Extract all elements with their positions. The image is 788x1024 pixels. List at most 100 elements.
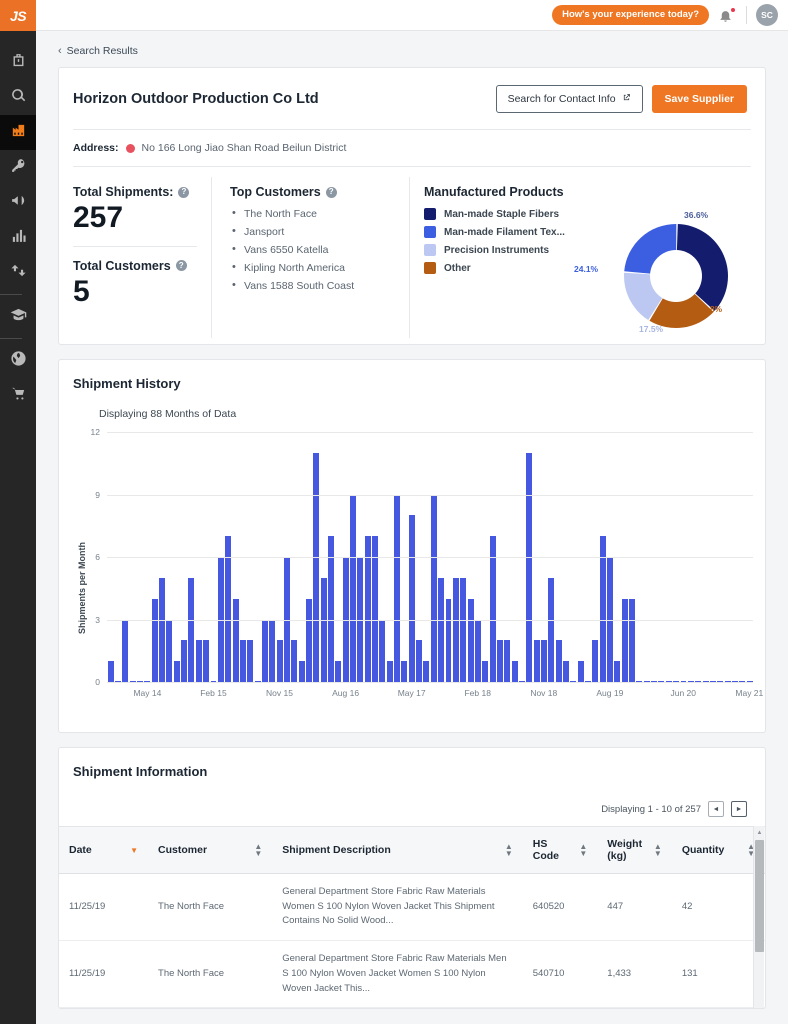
next-page-button[interactable]: ►: [731, 801, 747, 817]
sort-icon[interactable]: ▲ ▼: [505, 843, 513, 858]
chart-bar[interactable]: [408, 515, 415, 682]
chart-bar[interactable]: [107, 661, 114, 682]
list-item[interactable]: Jansport: [230, 225, 395, 238]
chart-bar[interactable]: [159, 577, 166, 682]
sidebar-item-key[interactable]: [0, 150, 36, 185]
feedback-button[interactable]: How's your experience today?: [552, 5, 709, 25]
table-row[interactable]: 11/25/19 The North Face General Department…: [59, 940, 765, 1009]
list-item[interactable]: The North Face: [230, 207, 395, 220]
search-contact-info-button[interactable]: Search for Contact Info: [495, 85, 643, 113]
chart-bar[interactable]: [423, 661, 430, 682]
scroll-up-icon[interactable]: ▲: [754, 827, 765, 838]
chart-bar[interactable]: [335, 661, 342, 682]
chart-bar[interactable]: [460, 577, 467, 682]
sidebar-item-global[interactable]: [0, 343, 36, 378]
chart-bar[interactable]: [188, 577, 195, 682]
sort-icon[interactable]: ▼: [130, 846, 138, 854]
chart-bar[interactable]: [313, 452, 320, 682]
sidebar-item-cart[interactable]: [0, 378, 36, 413]
chart-bar[interactable]: [467, 598, 474, 682]
table-header-cell[interactable]: Quantity ▲ ▼: [671, 826, 765, 874]
sidebar-item-search[interactable]: [0, 80, 36, 115]
chart-bar[interactable]: [482, 661, 489, 682]
chart-bar[interactable]: [386, 661, 393, 682]
chart-bar[interactable]: [203, 640, 210, 682]
chart-bar[interactable]: [592, 640, 599, 682]
chart-bar[interactable]: [232, 598, 239, 682]
prev-page-button[interactable]: ◄: [708, 801, 724, 817]
chart-bar[interactable]: [438, 577, 445, 682]
chart-bar[interactable]: [452, 577, 459, 682]
table-header-cell[interactable]: Date ▼: [59, 826, 149, 874]
table-header-cell[interactable]: Shipment Description ▲ ▼: [272, 826, 523, 874]
notifications-button[interactable]: [718, 6, 737, 25]
chart-bar[interactable]: [563, 661, 569, 682]
chart-bar[interactable]: [533, 640, 540, 682]
help-icon-top-customers[interactable]: ?: [325, 186, 337, 198]
chart-bar[interactable]: [298, 661, 305, 682]
chart-bar[interactable]: [247, 640, 254, 682]
chart-bar[interactable]: [621, 598, 628, 682]
chart-bar[interactable]: [225, 536, 232, 682]
app-logo[interactable]: JS: [0, 0, 36, 31]
chart-bar[interactable]: [379, 619, 386, 682]
help-icon-customers[interactable]: ?: [175, 260, 187, 271]
chart-bar[interactable]: [599, 536, 606, 682]
chart-bar[interactable]: [350, 494, 356, 682]
chart-bar[interactable]: [540, 640, 547, 682]
chart-bar[interactable]: [474, 619, 481, 682]
chart-bar[interactable]: [261, 619, 268, 682]
chart-bar[interactable]: [276, 640, 283, 682]
breadcrumb[interactable]: ‹ Search Results: [36, 31, 788, 67]
chart-bar[interactable]: [629, 598, 636, 682]
chart-bar[interactable]: [526, 452, 533, 682]
chart-bar[interactable]: [577, 661, 584, 682]
sidebar-item-briefcase[interactable]: [0, 45, 36, 80]
chart-bar[interactable]: [195, 640, 202, 682]
chart-bar[interactable]: [489, 536, 496, 682]
chart-bar[interactable]: [496, 640, 503, 682]
chart-bar[interactable]: [614, 661, 621, 682]
chart-bar[interactable]: [372, 536, 379, 682]
table-header-cell[interactable]: HS Code ▲ ▼: [522, 826, 598, 874]
chart-bar[interactable]: [445, 598, 452, 682]
sidebar-item-analytics[interactable]: [0, 220, 36, 255]
chart-bar[interactable]: [181, 640, 188, 682]
chart-bar[interactable]: [239, 640, 246, 682]
chart-bar[interactable]: [430, 494, 437, 682]
chart-bar[interactable]: [320, 577, 327, 682]
chart-bar[interactable]: [328, 536, 334, 682]
chart-bar[interactable]: [166, 619, 173, 682]
sidebar-item-transactions[interactable]: [0, 255, 36, 290]
chart-bar[interactable]: [305, 598, 312, 682]
table-header-cell[interactable]: Weight (kg) ▲ ▼: [597, 826, 672, 874]
sidebar-item-suppliers[interactable]: [0, 115, 36, 150]
list-item[interactable]: Kipling North America: [230, 261, 395, 274]
table-scrollbar[interactable]: ▲: [753, 826, 765, 1009]
avatar[interactable]: SC: [756, 4, 778, 26]
chart-bar[interactable]: [401, 661, 408, 682]
sidebar-item-learning[interactable]: [0, 299, 36, 334]
sort-icon[interactable]: ▲ ▼: [654, 843, 662, 858]
save-supplier-button[interactable]: Save Supplier: [651, 85, 747, 113]
chart-bar[interactable]: [364, 536, 371, 682]
chart-bar[interactable]: [291, 640, 298, 682]
table-header-cell[interactable]: Customer ▲ ▼: [148, 826, 273, 874]
chart-bar[interactable]: [269, 619, 276, 682]
chart-bar[interactable]: [151, 598, 158, 682]
sidebar-item-marketing[interactable]: [0, 185, 36, 220]
sort-icon[interactable]: ▲ ▼: [579, 843, 587, 858]
chart-bar[interactable]: [173, 661, 180, 682]
table-row[interactable]: 11/25/19 The North Face General Department…: [59, 873, 765, 942]
chart-bar[interactable]: [416, 640, 423, 682]
chart-bar[interactable]: [548, 577, 555, 682]
list-item[interactable]: Vans 1588 South Coast: [230, 279, 395, 292]
list-item[interactable]: Vans 6550 Katella: [230, 243, 395, 256]
scrollbar-thumb[interactable]: [755, 840, 764, 952]
chart-bar[interactable]: [555, 640, 562, 682]
help-icon-shipments[interactable]: ?: [178, 186, 190, 198]
chart-bar[interactable]: [511, 661, 518, 682]
chart-bar[interactable]: [122, 619, 129, 682]
sort-icon[interactable]: ▲ ▼: [254, 843, 262, 858]
chart-bar[interactable]: [394, 494, 401, 682]
